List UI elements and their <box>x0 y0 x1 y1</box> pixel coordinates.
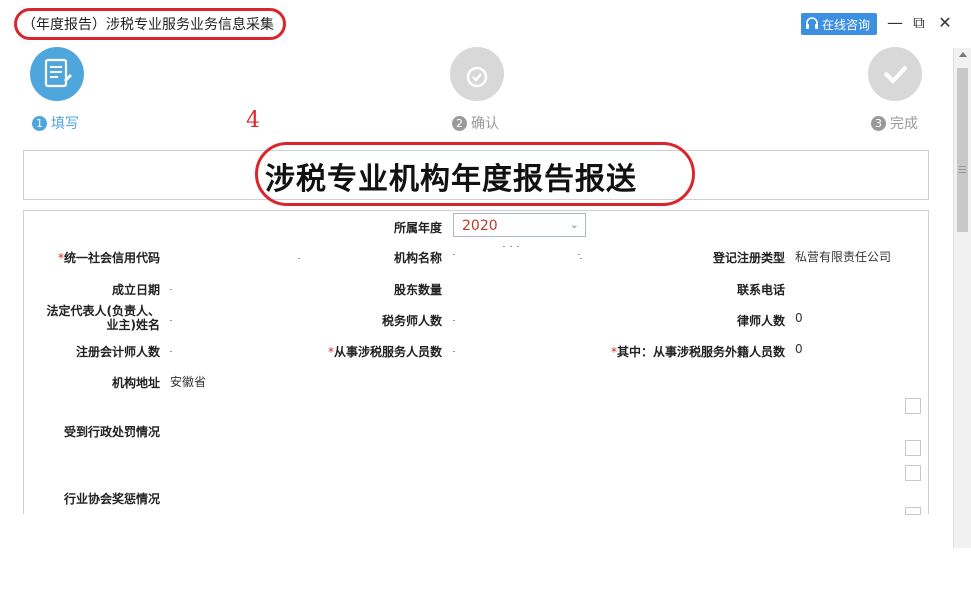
step2-confirm-icon <box>450 47 504 101</box>
accountants-label: 注册会计师人数 <box>75 345 160 359</box>
online-consult-label: 在线咨询 <box>822 17 871 32</box>
vertical-scrollbar[interactable] <box>953 48 971 548</box>
online-consult-button[interactable]: 在线咨询 <box>801 13 877 35</box>
headset-icon <box>806 17 818 29</box>
founded-date-label: 成立日期 <box>111 283 160 297</box>
year-value: 2020 <box>462 218 498 234</box>
penalty-resize-handle[interactable] <box>905 398 921 414</box>
credit-code-label: *统一社会信用代码 <box>57 251 160 265</box>
foreign-staff-value: 0 <box>795 342 803 356</box>
page-heading: 涉税专业机构年度报告报送 <box>265 162 637 197</box>
scroll-thumb[interactable] <box>957 68 968 232</box>
lawyers-value: 0 <box>795 311 803 325</box>
maximize-icon[interactable]: ⧉ <box>910 14 928 32</box>
staff-label: *从事涉税服务人员数 <box>327 345 442 359</box>
address-label: 机构地址 <box>111 376 160 390</box>
year-select[interactable]: 2020 ⌄ <box>453 213 586 237</box>
reg-type-value: 私营有限责任公司 <box>795 250 892 264</box>
penalty-textarea-corner[interactable] <box>905 440 921 456</box>
step3-label: 3 完成 <box>871 113 918 133</box>
shareholders-label: 股东数量 <box>393 283 442 297</box>
award-textarea-corner[interactable] <box>905 507 921 515</box>
lawyers-label: 律师人数 <box>736 314 785 328</box>
legal-rep-label: 法定代表人(负责人、 业主)姓名 <box>46 304 161 332</box>
tax-agents-label: 税务师人数 <box>381 314 442 328</box>
annotation-number: 4 <box>246 108 260 133</box>
reg-type-label: 登记注册类型 <box>712 251 785 265</box>
award-label: 行业协会奖惩情况 <box>63 492 160 506</box>
title-bar: （年度报告）涉税专业服务业务信息采集 在线咨询 — ⧉ ✕ <box>0 0 971 48</box>
minimize-icon[interactable]: — <box>886 14 904 32</box>
phone-label: 联系电话 <box>736 283 785 297</box>
step3-done-icon <box>868 47 922 101</box>
penalty-label: 受到行政处罚情况 <box>63 425 160 439</box>
close-icon[interactable]: ✕ <box>936 14 954 32</box>
org-name-label: 机构名称 <box>393 251 442 265</box>
window-title: （年度报告）涉税专业服务业务信息采集 <box>22 17 274 33</box>
scroll-up-icon[interactable] <box>959 52 967 57</box>
step1-label: 1 填写 <box>32 113 79 133</box>
step2-label: 2 确认 <box>452 113 499 133</box>
step1-form-icon <box>30 47 84 101</box>
foreign-staff-label: *其中：从事涉税服务外籍人员数 <box>610 345 785 359</box>
award-resize-handle[interactable] <box>905 465 921 481</box>
address-value: 安徽省 <box>170 375 207 389</box>
year-label: 所属年度 <box>393 221 442 235</box>
chevron-down-icon: ⌄ <box>569 218 579 231</box>
